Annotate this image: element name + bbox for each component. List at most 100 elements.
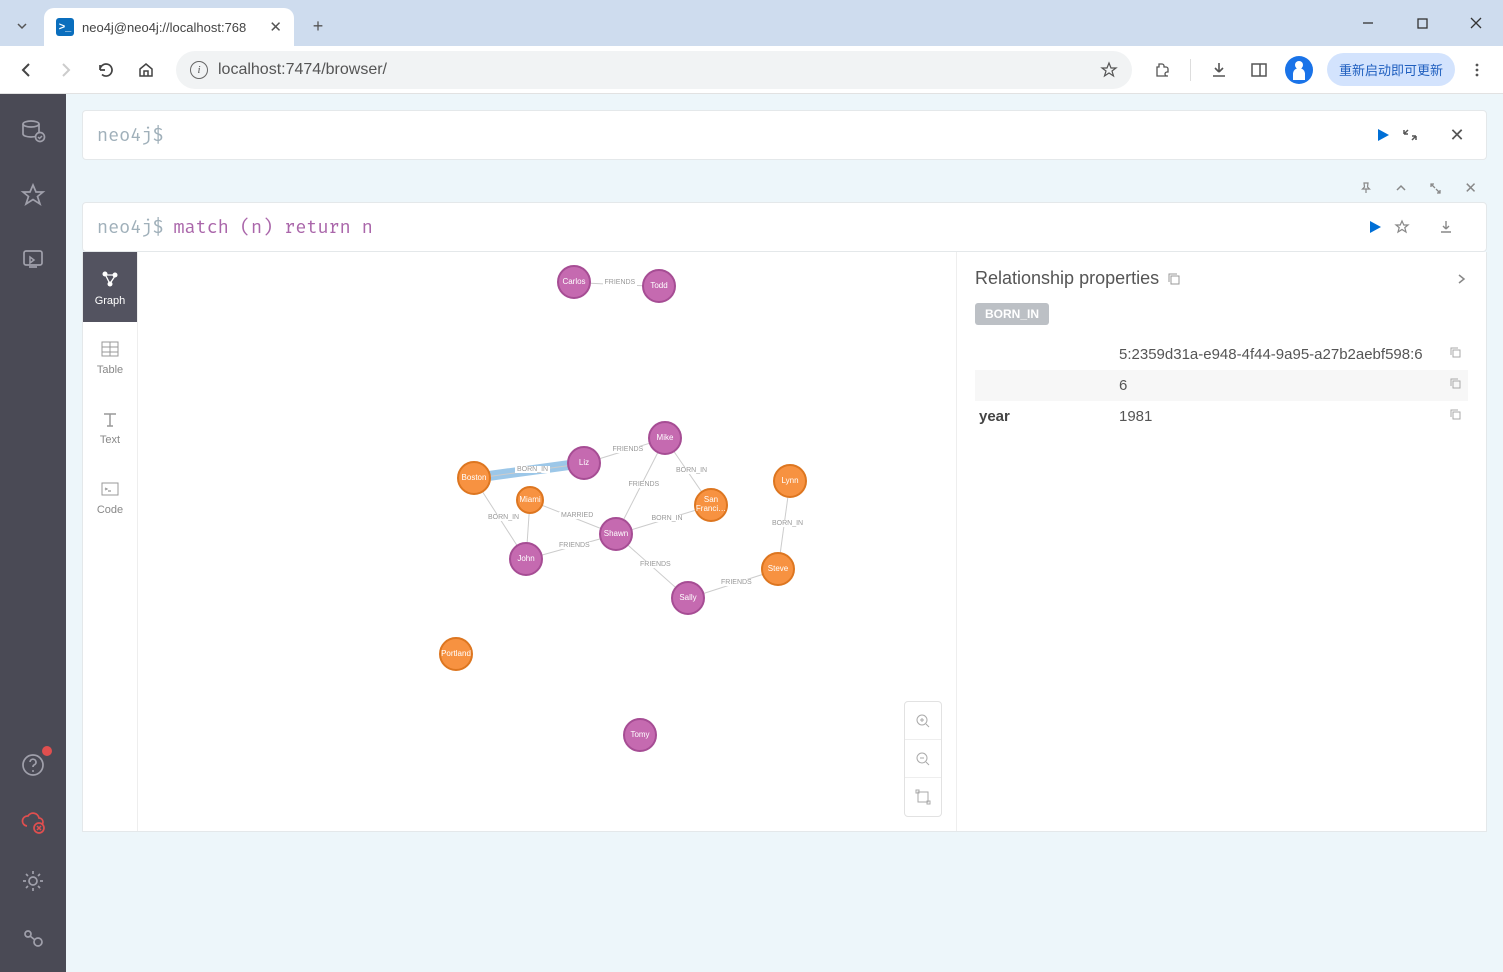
graph-node[interactable]: Sally	[671, 581, 705, 615]
edge-label: BORN_IN	[770, 520, 805, 527]
rerun-button[interactable]	[1366, 218, 1384, 236]
browser-toolbar: i localhost:7474/browser/ 重新启动即可更新	[0, 46, 1503, 94]
minimize-button[interactable]	[1341, 0, 1395, 46]
expand-editor-icon[interactable]	[1402, 127, 1432, 143]
tab-graph[interactable]: Graph	[83, 252, 137, 322]
about-neo4j-icon[interactable]	[18, 924, 48, 954]
zoom-in-icon[interactable]	[905, 702, 941, 740]
cypher-editor[interactable]: neo4j$ ✕	[82, 110, 1487, 160]
zoom-out-icon[interactable]	[905, 740, 941, 778]
property-value: 5:2359d31a-e948-4f44-9a95-a27b2aebf598:6	[1119, 346, 1464, 363]
favorite-query-icon[interactable]	[1394, 219, 1428, 235]
graph-node[interactable]: Todd	[642, 269, 676, 303]
graph-node[interactable]: Steve	[761, 552, 795, 586]
tab-table[interactable]: Table	[83, 322, 137, 392]
copy-icon[interactable]	[1449, 346, 1462, 359]
update-pill[interactable]: 重新启动即可更新	[1327, 53, 1455, 86]
property-list: 5:2359d31a-e948-4f44-9a95-a27b2aebf598:6…	[975, 339, 1468, 432]
edge-label: FRIENDS	[627, 481, 662, 488]
downloads-button[interactable]	[1201, 52, 1237, 88]
graph-node[interactable]: Shawn	[599, 517, 633, 551]
cypher-input[interactable]	[173, 124, 1364, 147]
documents-icon[interactable]	[18, 244, 48, 274]
collapse-icon[interactable]	[1395, 182, 1407, 194]
new-tab-button[interactable]: +	[300, 8, 336, 44]
graph-node[interactable]: Boston	[457, 461, 491, 495]
close-editor-icon[interactable]: ✕	[1442, 125, 1472, 146]
editor-prompt: neo4j$	[97, 124, 163, 147]
browser-titlebar: >_ neo4j@neo4j://localhost:768 ✕ +	[0, 0, 1503, 46]
notification-dot	[42, 746, 52, 756]
graph-canvas[interactable]: FRIENDS FRIENDS BORN_IN BORN_IN BORN_IN FRIEN…	[138, 252, 956, 831]
graph-node[interactable]: Tomy	[623, 718, 657, 752]
edge-label: FRIENDS	[719, 579, 754, 586]
edge-label: FRIENDS	[638, 561, 673, 568]
result-prompt: neo4j$	[97, 216, 163, 239]
forward-button[interactable]	[48, 52, 84, 88]
result-query: match (n) return n	[173, 216, 372, 239]
relationship-badge[interactable]: BORN_IN	[975, 303, 1049, 325]
maximize-button[interactable]	[1395, 0, 1449, 46]
address-bar[interactable]: i localhost:7474/browser/	[176, 51, 1132, 89]
graph-node[interactable]: Lynn	[773, 464, 807, 498]
zoom-fit-icon[interactable]	[905, 778, 941, 816]
bookmark-star-icon[interactable]	[1100, 61, 1118, 79]
copy-all-icon[interactable]	[1167, 272, 1181, 286]
property-row: 5:2359d31a-e948-4f44-9a95-a27b2aebf598:6	[975, 339, 1468, 370]
inspector-panel: Relationship properties BORN_IN 5:2359d3…	[956, 252, 1486, 831]
browser-tab[interactable]: >_ neo4j@neo4j://localhost:768 ✕	[44, 8, 294, 46]
tab-code[interactable]: Code	[83, 462, 137, 532]
window-controls	[1341, 0, 1503, 46]
tab-text-label: Text	[100, 434, 120, 446]
property-row: 6	[975, 370, 1468, 401]
profile-avatar[interactable]	[1285, 56, 1313, 84]
tab-title: neo4j@neo4j://localhost:768	[82, 20, 246, 35]
chevron-right-icon[interactable]	[1454, 272, 1468, 286]
edge-label: BORN_IN	[486, 514, 521, 521]
view-tabs: Graph Table Text Code	[83, 252, 138, 831]
main-area: neo4j$ ✕ ✕ neo4j$ match (n) return n	[66, 94, 1503, 972]
close-window-button[interactable]	[1449, 0, 1503, 46]
tab-dropdown[interactable]	[0, 6, 44, 46]
close-tab-icon[interactable]: ✕	[269, 18, 282, 36]
close-frame-icon[interactable]: ✕	[1464, 179, 1477, 197]
copy-icon[interactable]	[1449, 377, 1462, 390]
frame-header: neo4j$ match (n) return n	[82, 202, 1487, 252]
reload-button[interactable]	[88, 52, 124, 88]
favorites-star-icon[interactable]	[18, 180, 48, 210]
tab-text[interactable]: Text	[83, 392, 137, 462]
graph-node[interactable]: Carlos	[557, 265, 591, 299]
graph-node[interactable]: Portland	[439, 637, 473, 671]
pin-icon[interactable]	[1359, 181, 1373, 195]
export-icon[interactable]	[1438, 219, 1472, 235]
frame-controls: ✕	[82, 174, 1487, 202]
help-icon[interactable]	[18, 750, 48, 780]
graph-node[interactable]: Miami	[516, 486, 544, 514]
graph-node[interactable]: John	[509, 542, 543, 576]
neo4j-app: neo4j$ ✕ ✕ neo4j$ match (n) return n	[0, 94, 1503, 972]
menu-button[interactable]	[1459, 52, 1495, 88]
copy-icon[interactable]	[1449, 408, 1462, 421]
graph-node[interactable]: San Franci…	[694, 488, 728, 522]
graph-node[interactable]: Mike	[648, 421, 682, 455]
neo4j-sidebar	[0, 94, 66, 972]
fullscreen-icon[interactable]	[1429, 182, 1442, 195]
database-icon[interactable]	[18, 116, 48, 146]
back-button[interactable]	[8, 52, 44, 88]
edge-label: FRIENDS	[557, 542, 592, 549]
property-key: year	[979, 408, 1119, 425]
extensions-button[interactable]	[1144, 52, 1180, 88]
sidepanel-button[interactable]	[1241, 52, 1277, 88]
tab-table-label: Table	[97, 364, 123, 376]
run-button[interactable]	[1374, 126, 1392, 144]
cloud-sync-icon[interactable]	[18, 808, 48, 838]
property-value: 6	[1119, 377, 1464, 394]
edge-label: MARRIED	[559, 512, 595, 519]
graph-node[interactable]: Liz	[567, 446, 601, 480]
edge-label: BORN_IN	[674, 467, 709, 474]
settings-gear-icon[interactable]	[18, 866, 48, 896]
inspector-header: Relationship properties	[975, 268, 1468, 289]
edge-label: FRIENDS	[611, 446, 646, 453]
home-button[interactable]	[128, 52, 164, 88]
site-info-icon[interactable]: i	[190, 61, 208, 79]
